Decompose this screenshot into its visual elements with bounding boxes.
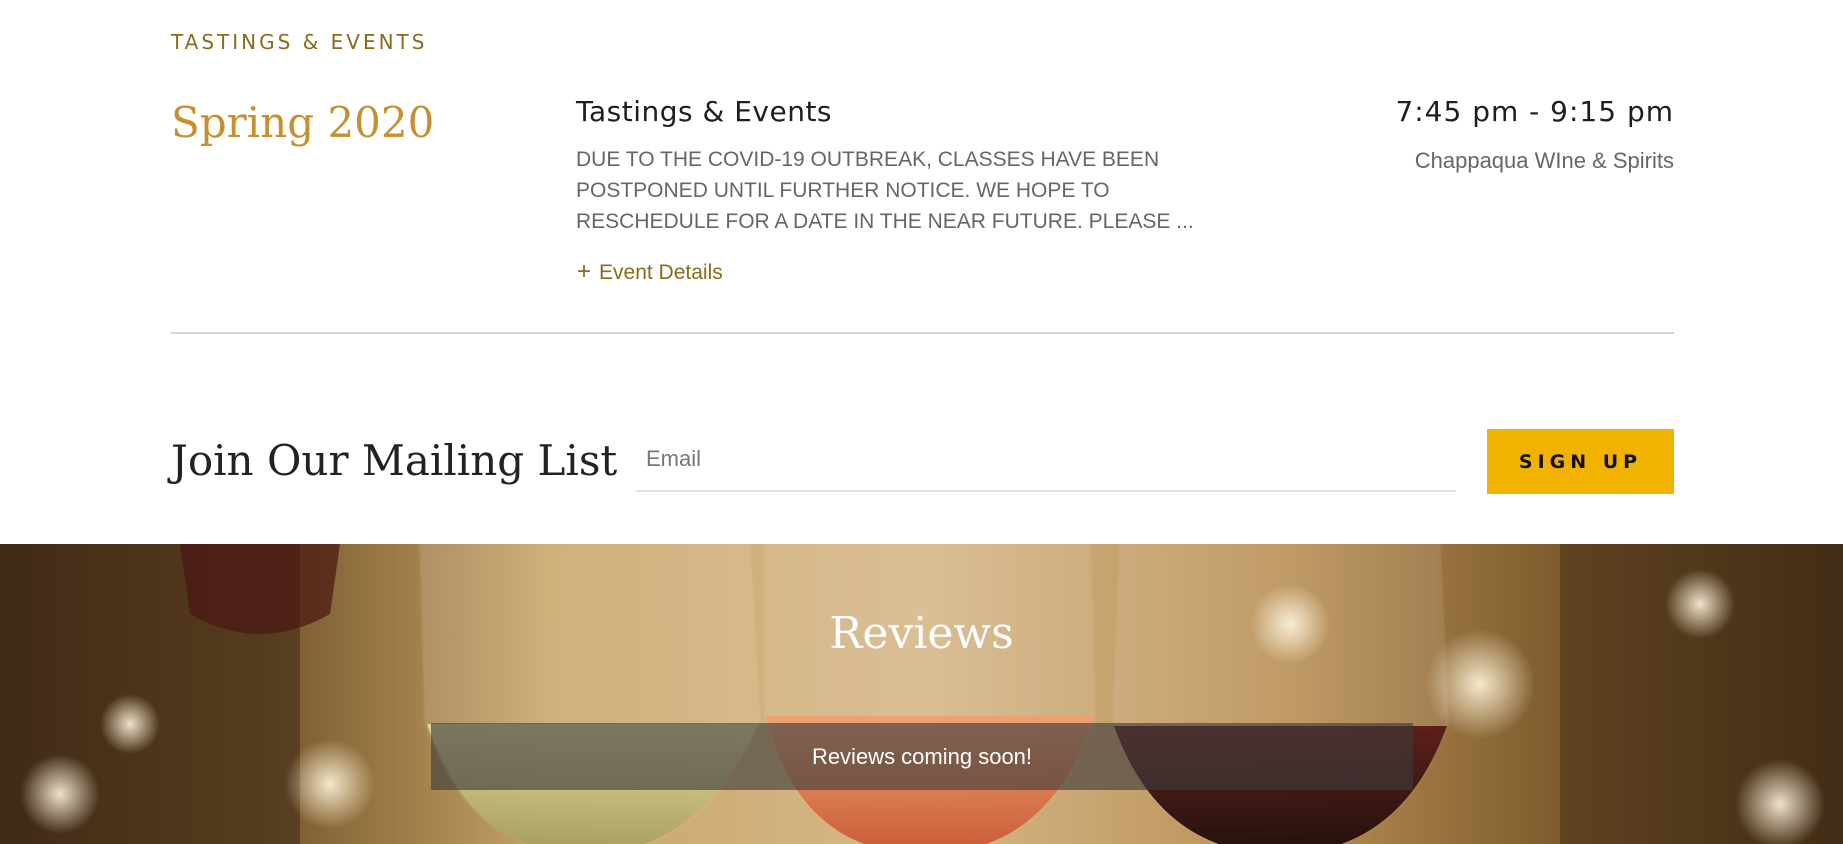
mailing-list-heading: Join Our Mailing List [171,436,618,485]
section-eyebrow: TASTINGS & EVENTS [171,30,428,54]
event-time: 7:45 pm - 9:15 pm [1395,95,1674,128]
event-season: Spring 2020 [171,98,435,147]
event-location: Chappaqua WIne & Spirits [1414,148,1674,173]
event-details-link[interactable]: + Event Details [577,258,723,286]
email-field[interactable] [636,428,1456,492]
event-divider [171,332,1674,334]
reviews-banner: Reviews Reviews coming soon! [0,544,1843,844]
event-title: Tastings & Events [576,95,833,128]
event-details-label: Event Details [599,261,723,284]
reviews-message: Reviews coming soon! [811,743,1033,769]
event-row: Spring 2020 Tastings & Events DUE TO THE… [171,90,1674,334]
reviews-heading: Reviews [829,608,1014,659]
sign-up-button[interactable]: SIGN UP [1487,429,1674,494]
event-description: DUE TO THE COVID-19 OUTBREAK, CLASSES HA… [576,148,1194,233]
plus-icon: + [577,258,592,285]
reviews-message-box: Reviews coming soon! [431,723,1413,790]
wine-glasses-background-image [0,544,1843,844]
page: TASTINGS & EVENTS Spring 2020 Tastings &… [0,0,1843,844]
mailing-list-form: Join Our Mailing List SIGN UP [171,428,1674,494]
